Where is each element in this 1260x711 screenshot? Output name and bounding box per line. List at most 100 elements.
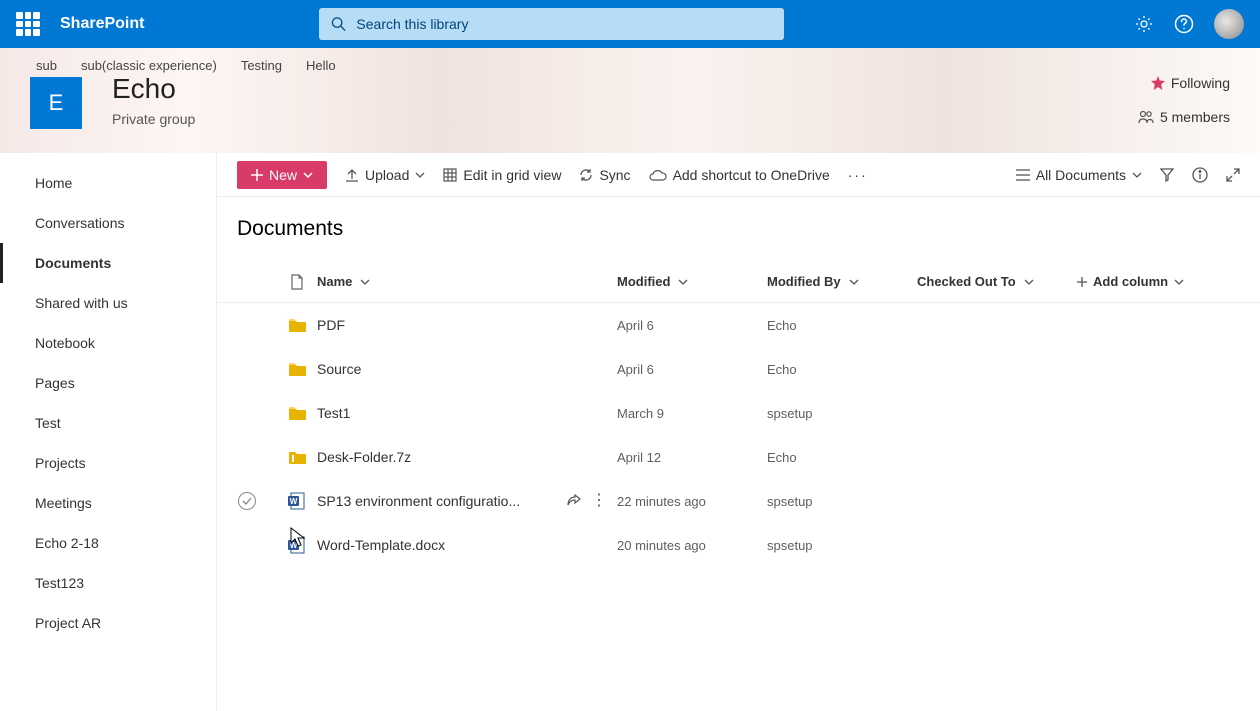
app-launcher-icon[interactable] <box>16 12 40 36</box>
more-icon[interactable]: ⋮ <box>591 494 607 508</box>
hubnav-link[interactable]: sub <box>36 58 57 73</box>
sync-icon <box>579 168 593 182</box>
nav-documents[interactable]: Documents <box>0 243 216 283</box>
modified-by: Echo <box>767 362 917 377</box>
search-box[interactable] <box>319 8 784 40</box>
file-name[interactable]: Test1 <box>317 405 350 421</box>
file-icon <box>277 318 317 332</box>
nav-projects[interactable]: Projects <box>0 443 216 483</box>
members-button[interactable]: 5 members <box>1138 109 1230 125</box>
file-icon <box>277 450 317 464</box>
site-logo[interactable]: E <box>30 77 82 129</box>
file-icon <box>277 406 317 420</box>
new-label: New <box>269 167 297 183</box>
file-icon: W <box>277 536 317 554</box>
table-row[interactable]: Source April 6Echo <box>217 347 1260 391</box>
nav-echo218[interactable]: Echo 2-18 <box>0 523 216 563</box>
file-name[interactable]: Word-Template.docx <box>317 537 445 553</box>
file-name[interactable]: PDF <box>317 317 345 333</box>
left-nav[interactable]: Home Conversations Documents Shared with… <box>0 153 216 711</box>
modified-date: April 6 <box>617 362 767 377</box>
view-label: All Documents <box>1036 167 1126 183</box>
view-selector[interactable]: All Documents <box>1016 167 1142 183</box>
modified-by: Echo <box>767 318 917 333</box>
modified-date: 22 minutes ago <box>617 494 767 509</box>
list-icon <box>1016 169 1030 181</box>
following-label: Following <box>1171 75 1230 91</box>
command-bar: New Upload Edit in grid view Sync Add sh… <box>217 153 1260 197</box>
sync-button[interactable]: Sync <box>579 167 630 183</box>
file-name[interactable]: Source <box>317 361 361 377</box>
plus-icon <box>251 169 263 181</box>
column-headers: Name Modified Modified By Checked Out To <box>217 261 1260 303</box>
share-icon[interactable] <box>567 494 581 508</box>
star-icon <box>1151 76 1165 90</box>
edit-grid-label: Edit in grid view <box>463 167 561 183</box>
hubnav-link[interactable]: Testing <box>241 58 282 73</box>
search-icon <box>331 16 346 32</box>
add-column-button[interactable]: Add column <box>1077 274 1187 289</box>
more-button[interactable]: ··· <box>848 167 868 183</box>
chevron-down-icon <box>415 172 425 178</box>
filter-icon[interactable] <box>1160 168 1174 182</box>
column-checkedout[interactable]: Checked Out To <box>917 274 1077 289</box>
select-circle[interactable] <box>238 492 256 510</box>
svg-text:W: W <box>290 541 298 550</box>
grid-icon <box>443 168 457 182</box>
nav-meetings[interactable]: Meetings <box>0 483 216 523</box>
modified-by: spsetup <box>767 494 917 509</box>
table-row[interactable]: WSP13 environment configuratio... ⋮ 22 min… <box>217 479 1260 523</box>
upload-button[interactable]: Upload <box>345 167 425 183</box>
nav-home[interactable]: Home <box>0 163 216 203</box>
site-privacy: Private group <box>112 111 195 127</box>
settings-icon[interactable] <box>1134 14 1154 34</box>
table-row[interactable]: PDF April 6Echo <box>217 303 1260 347</box>
chevron-down-icon <box>360 279 370 285</box>
hubnav-link[interactable]: sub(classic experience) <box>81 58 217 73</box>
file-icon: W <box>277 492 317 510</box>
help-icon[interactable] <box>1174 14 1194 34</box>
table-row[interactable]: Test1March 9spsetup <box>217 391 1260 435</box>
site-banner: sub sub(classic experience) Testing Hell… <box>0 48 1260 153</box>
plus-icon <box>1077 277 1087 287</box>
chevron-down-icon <box>1024 279 1034 285</box>
info-icon[interactable] <box>1192 167 1208 183</box>
file-name[interactable]: Desk-Folder.7z <box>317 449 411 465</box>
file-type-icon[interactable] <box>290 274 304 290</box>
user-avatar[interactable] <box>1214 9 1244 39</box>
following-button[interactable]: Following <box>1138 75 1230 91</box>
column-name[interactable]: Name <box>317 274 617 289</box>
nav-shared[interactable]: Shared with us <box>0 283 216 323</box>
search-input[interactable] <box>356 16 772 32</box>
suite-header: SharePoint <box>0 0 1260 48</box>
file-name[interactable]: SP13 environment configuratio... <box>317 493 520 509</box>
nav-conversations[interactable]: Conversations <box>0 203 216 243</box>
modified-date: April 6 <box>617 318 767 333</box>
modified-by: Echo <box>767 450 917 465</box>
nav-test[interactable]: Test <box>0 403 216 443</box>
chevron-down-icon <box>1174 279 1184 285</box>
nav-pages[interactable]: Pages <box>0 363 216 403</box>
modified-date: 20 minutes ago <box>617 538 767 553</box>
chevron-down-icon <box>1132 172 1142 178</box>
expand-icon[interactable] <box>1226 168 1240 182</box>
edit-grid-button[interactable]: Edit in grid view <box>443 167 561 183</box>
hub-nav: sub sub(classic experience) Testing Hell… <box>0 48 1260 73</box>
nav-test123[interactable]: Test123 <box>0 563 216 603</box>
chevron-down-icon <box>849 279 859 285</box>
shortcut-button[interactable]: Add shortcut to OneDrive <box>649 167 830 183</box>
brand-label[interactable]: SharePoint <box>60 15 144 33</box>
page-title: Documents <box>217 197 1260 251</box>
nav-projectar[interactable]: Project AR <box>0 603 216 643</box>
column-modifiedby[interactable]: Modified By <box>767 274 917 289</box>
modified-date: April 12 <box>617 450 767 465</box>
hubnav-link[interactable]: Hello <box>306 58 336 73</box>
table-row[interactable]: W Word-Template.docx 20 minutes agospsetup <box>217 523 1260 567</box>
site-title[interactable]: Echo <box>112 73 195 105</box>
new-button[interactable]: New <box>237 161 327 189</box>
onedrive-icon <box>649 169 667 181</box>
nav-notebook[interactable]: Notebook <box>0 323 216 363</box>
modified-by: spsetup <box>767 538 917 553</box>
column-modified[interactable]: Modified <box>617 274 767 289</box>
table-row[interactable]: Desk-Folder.7z April 12Echo <box>217 435 1260 479</box>
